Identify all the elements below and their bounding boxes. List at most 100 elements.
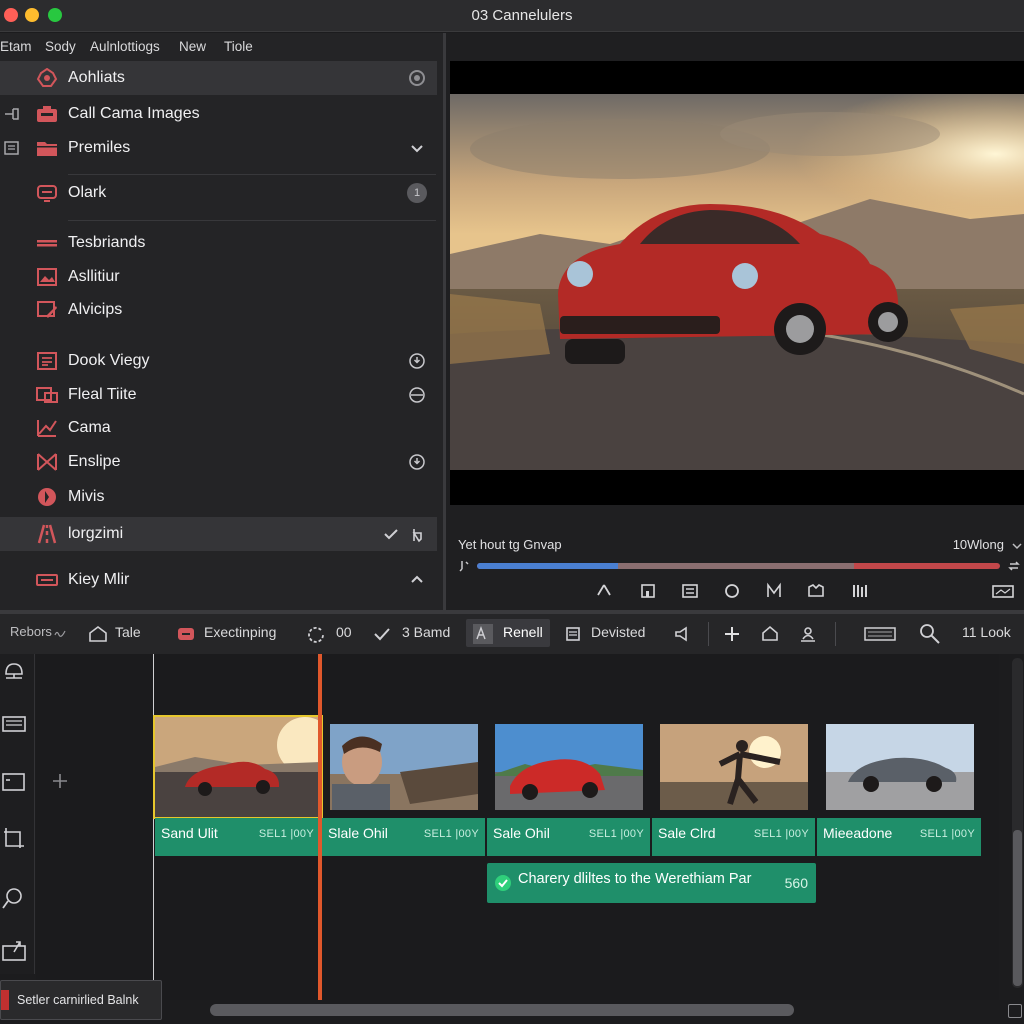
clip-thumbnail[interactable] bbox=[495, 724, 643, 810]
list-icon[interactable] bbox=[680, 581, 700, 601]
title-bar: 03 Cannelulers bbox=[0, 0, 1024, 32]
clip-thumbnail[interactable] bbox=[330, 724, 478, 810]
look-label[interactable]: 11 Look bbox=[962, 624, 1011, 640]
devisted-button[interactable]: Devisted bbox=[591, 624, 645, 640]
caret-down-icon[interactable] bbox=[1012, 541, 1022, 551]
horizontal-scrollbar[interactable] bbox=[210, 1004, 794, 1016]
crop-icon[interactable] bbox=[2, 826, 26, 850]
scrubber-progress bbox=[477, 563, 619, 569]
check-icon[interactable] bbox=[381, 524, 401, 544]
sidebar-item-label: Call Cama Images bbox=[68, 105, 200, 122]
lines-icon bbox=[37, 240, 57, 247]
minus-circle-icon[interactable] bbox=[407, 385, 427, 405]
record-icon[interactable] bbox=[176, 624, 196, 644]
lock-icon[interactable] bbox=[2, 658, 26, 682]
sidebar-item-mivis[interactable]: Mivis bbox=[0, 480, 437, 514]
clip-icon[interactable] bbox=[2, 770, 26, 794]
menu-icon[interactable] bbox=[564, 624, 584, 644]
clip-bar[interactable]: Slale Ohil SEL1 |00Y bbox=[322, 818, 485, 856]
playhead[interactable] bbox=[318, 654, 322, 1000]
clip-thumbnail[interactable] bbox=[153, 715, 323, 819]
menu-item[interactable]: New bbox=[179, 39, 206, 54]
sidebar-item-label: Fleal Tiite bbox=[68, 386, 137, 403]
sidebar-item-kiey-mlir[interactable]: Kiey Mlir bbox=[0, 563, 437, 597]
split-icon[interactable] bbox=[764, 581, 784, 601]
sidebar-item-label: Premiles bbox=[68, 139, 131, 156]
marker-icon[interactable] bbox=[760, 624, 780, 644]
vertical-scrollbar[interactable] bbox=[1012, 658, 1023, 988]
search-icon[interactable] bbox=[2, 886, 26, 910]
count-badge: 1 bbox=[407, 183, 427, 203]
zoom-icon[interactable] bbox=[918, 622, 942, 646]
exectinping-button[interactable]: Exectinping bbox=[204, 624, 276, 640]
bars-icon[interactable] bbox=[850, 581, 870, 601]
sidebar-item-label: lorgzimi bbox=[68, 525, 124, 542]
export-icon[interactable] bbox=[2, 938, 26, 962]
sidebar-item-enslipe[interactable]: Enslipe bbox=[0, 445, 437, 479]
speaker-icon[interactable] bbox=[672, 624, 692, 644]
frame-icon[interactable] bbox=[806, 581, 826, 601]
home-icon[interactable] bbox=[88, 624, 108, 644]
sidebar-item-label: Asllitiur bbox=[68, 268, 120, 285]
menu-item[interactable]: Etam bbox=[0, 39, 32, 54]
clip-code: SEL1 |00Y bbox=[423, 828, 479, 840]
add-icon[interactable] bbox=[722, 624, 742, 644]
touch-icon[interactable] bbox=[407, 524, 427, 544]
screen-icon[interactable] bbox=[991, 581, 1015, 601]
menu-item[interactable]: Tiole bbox=[224, 39, 253, 54]
notification-bar[interactable]: Charery dliltes to the Werethiam Par 560 bbox=[487, 863, 816, 903]
check-icon[interactable] bbox=[372, 624, 392, 644]
clip-code: SEL1 |00Y bbox=[919, 828, 975, 840]
bamd-button[interactable]: 3 Bamd bbox=[402, 624, 450, 640]
preview-image[interactable] bbox=[450, 94, 1024, 470]
sidebar-item-tesbriands[interactable]: Tesbriands bbox=[0, 226, 437, 260]
sidebar-item-label: Mivis bbox=[68, 488, 105, 505]
arrows-icon[interactable] bbox=[1008, 559, 1020, 573]
trim-icon[interactable] bbox=[638, 581, 658, 601]
sidebar-item-lorgzimi[interactable]: lorgzimi bbox=[0, 517, 437, 551]
sidebar-item-label: Enslipe bbox=[68, 453, 121, 470]
road-icon bbox=[37, 524, 57, 544]
scrollbar-thumb[interactable] bbox=[1013, 830, 1022, 986]
sidebar-item-label: Tesbriands bbox=[68, 234, 146, 251]
cursor-icon[interactable] bbox=[594, 581, 614, 601]
sidebar-item-dook-viegy[interactable]: Dook Viegy bbox=[0, 344, 437, 378]
sidebar-item-premiles[interactable]: Premiles bbox=[0, 131, 437, 165]
wave-icon[interactable] bbox=[54, 627, 66, 639]
doc-icon bbox=[37, 352, 57, 370]
status-toast: Setler carnirlied Balnk bbox=[0, 980, 162, 1020]
chevron-up-icon[interactable] bbox=[407, 570, 427, 590]
menu-item[interactable]: Sody bbox=[45, 39, 76, 54]
sidebar-item-asllitiur[interactable]: Asllitiur bbox=[0, 260, 437, 294]
track-icon[interactable] bbox=[2, 712, 26, 736]
settings-icon[interactable] bbox=[407, 68, 427, 88]
image-icon bbox=[37, 268, 57, 286]
sidebar-item-alvicips[interactable]: Alvicips bbox=[0, 293, 437, 327]
menu-item[interactable]: Aulnlottiogs bbox=[90, 39, 160, 54]
clip-bar[interactable]: Sale Ohil SEL1 |00Y bbox=[487, 818, 650, 856]
sidebar-item-olark[interactable]: Olark 1 bbox=[0, 176, 437, 210]
clip-thumbnail[interactable] bbox=[826, 724, 974, 810]
keyboard-shortcuts-icon[interactable] bbox=[864, 624, 896, 644]
clip-bar[interactable]: Sand Ulit SEL1 |00Y bbox=[155, 818, 320, 856]
clip-bar[interactable]: Mieeadone SEL1 |00Y bbox=[817, 818, 981, 856]
audio-icon[interactable] bbox=[458, 559, 470, 573]
corner-button[interactable] bbox=[1008, 1004, 1022, 1018]
clip-bar[interactable]: Sale Clrd SEL1 |00Y bbox=[652, 818, 815, 856]
reborn-menu[interactable]: Rebors bbox=[10, 624, 52, 639]
scrubber-track[interactable] bbox=[477, 563, 1000, 569]
track-header bbox=[36, 654, 153, 1000]
sidebar-item-fleal-tiite[interactable]: Fleal Tiite bbox=[0, 378, 437, 412]
chevron-down-icon[interactable] bbox=[407, 138, 427, 158]
sidebar-item-aohliats[interactable]: Aohliats bbox=[0, 61, 437, 95]
refresh-icon[interactable] bbox=[306, 624, 326, 644]
add-track-icon[interactable] bbox=[50, 771, 70, 791]
loop-icon[interactable] bbox=[722, 581, 742, 601]
user-icon[interactable] bbox=[798, 624, 818, 644]
sidebar-item-cama[interactable]: Cama bbox=[0, 411, 437, 445]
info-icon[interactable] bbox=[407, 351, 427, 371]
sidebar-item-call-cama-images[interactable]: Call Cama Images bbox=[0, 97, 437, 131]
clip-thumbnail[interactable] bbox=[660, 724, 808, 810]
info-icon[interactable] bbox=[407, 452, 427, 472]
tale-button[interactable]: Tale bbox=[115, 624, 141, 640]
